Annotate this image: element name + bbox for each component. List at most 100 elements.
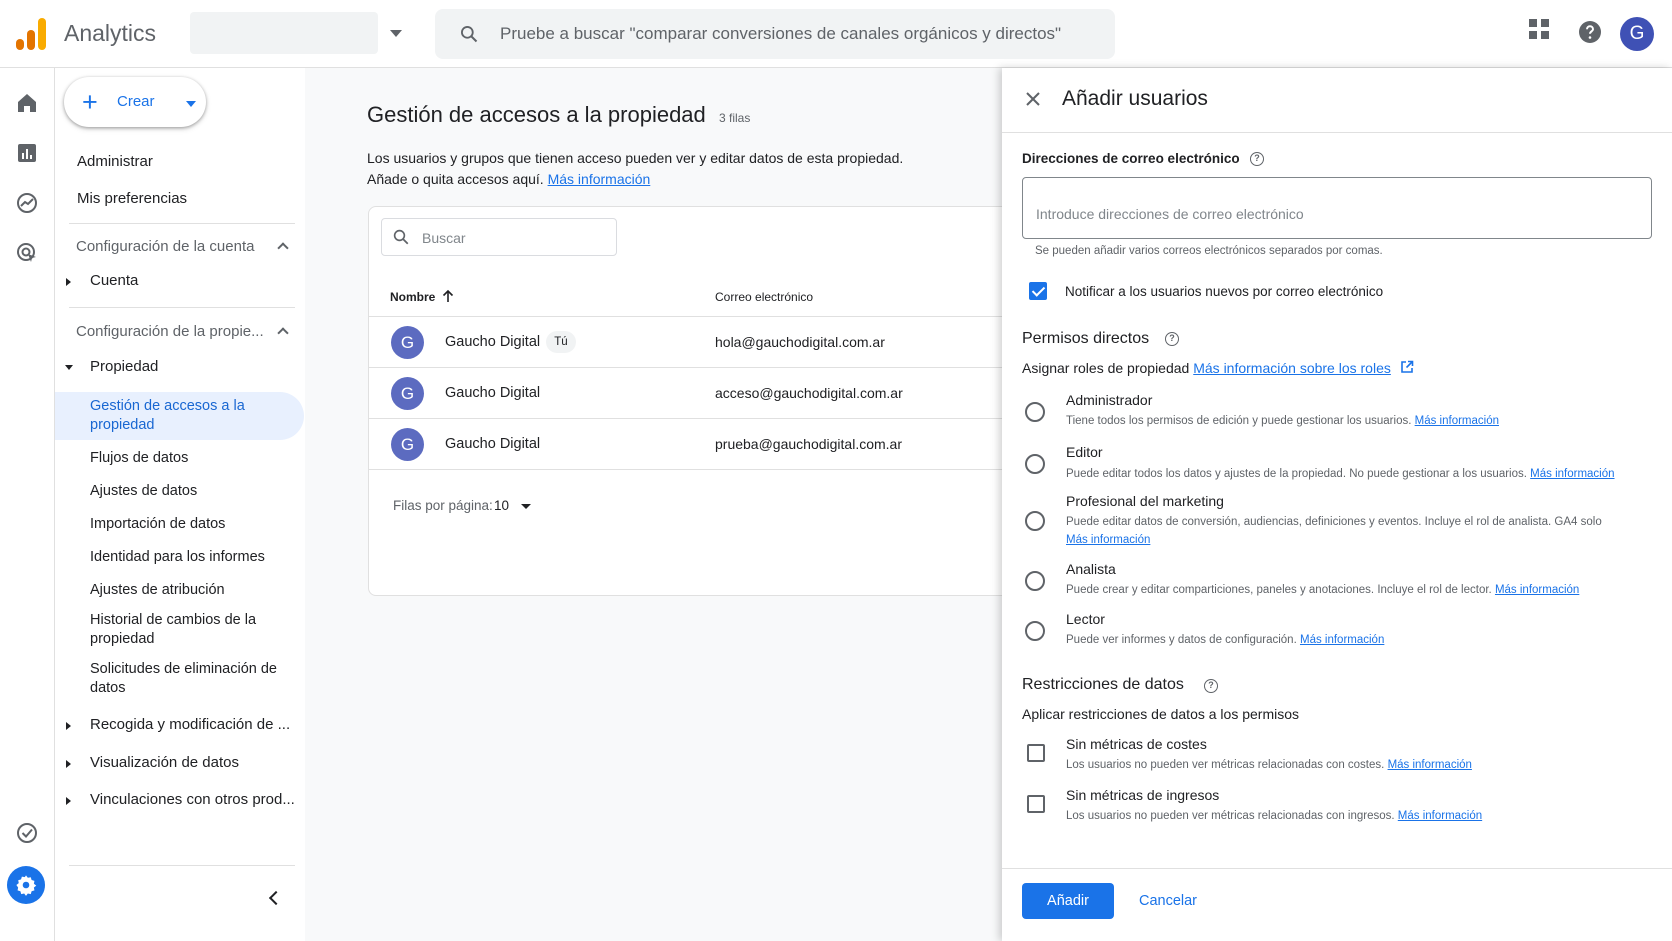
role-info-link-wrap: Más información <box>1066 534 1150 546</box>
role-info-link[interactable]: Más información <box>1300 634 1384 646</box>
nav-group-collection[interactable]: Recogida y modificación de ... <box>90 716 290 733</box>
nav-group-display[interactable]: Visualización de datos <box>90 754 239 771</box>
nav-group-links[interactable]: Vinculaciones con otros prod... <box>90 791 295 808</box>
explore-icon[interactable] <box>15 191 39 215</box>
nav-account-config[interactable]: Configuración de la cuenta <box>76 238 254 255</box>
expand-arrow-icon[interactable] <box>66 278 71 286</box>
user-avatar: G <box>391 326 424 359</box>
nav-item-attribution-settings[interactable]: Ajustes de atribución <box>90 581 225 600</box>
notify-label: Notificar a los usuarios nuevos por corr… <box>1065 284 1384 299</box>
advertising-icon[interactable] <box>15 241 39 265</box>
configure-icon[interactable] <box>15 821 39 845</box>
table-search-input[interactable]: Buscar <box>381 218 617 256</box>
restriction-info-link[interactable]: Más información <box>1398 810 1482 822</box>
role-info-link[interactable]: Más información <box>1066 534 1150 546</box>
nav-property[interactable]: Propiedad <box>90 358 158 375</box>
icon-rail <box>0 68 55 941</box>
divider <box>1002 132 1672 133</box>
account-avatar[interactable]: G <box>1620 17 1654 51</box>
restriction-checkbox-revenue[interactable] <box>1027 795 1045 813</box>
external-link-icon[interactable] <box>1400 360 1414 374</box>
create-button[interactable]: + Crear <box>64 77 206 127</box>
nav-item-reporting-identity[interactable]: Identidad para los informes <box>90 548 265 567</box>
role-radio-analyst[interactable] <box>1025 571 1045 591</box>
role-name: Analista <box>1066 561 1116 577</box>
main-content: Gestión de accesos a la propiedad 3 fila… <box>305 68 1069 941</box>
nav-item-data-import[interactable]: Importación de datos <box>90 515 225 534</box>
help-icon[interactable]: ? <box>1250 152 1264 166</box>
divider <box>1002 868 1672 869</box>
rows-per-page-select[interactable]: 10 <box>494 498 509 513</box>
role-description: Puede editar datos de conversión, audien… <box>1066 516 1602 528</box>
role-description: Tiene todos los permisos de edición y pu… <box>1066 415 1499 427</box>
expand-arrow-icon[interactable] <box>66 760 71 768</box>
role-radio-marketer[interactable] <box>1025 511 1045 531</box>
nav-account[interactable]: Cuenta <box>90 272 138 289</box>
help-icon[interactable]: ? <box>1204 679 1218 693</box>
nav-item-access-management[interactable]: Gestión de accesos a la propiedad <box>90 397 290 435</box>
role-radio-editor[interactable] <box>1025 454 1045 474</box>
top-bar: Analytics Pruebe a buscar "comparar conv… <box>0 0 1672 68</box>
data-restrictions-subtitle: Aplicar restricciones de datos a los per… <box>1022 706 1300 722</box>
role-info-link[interactable]: Más información <box>1495 584 1579 596</box>
admin-gear-button[interactable] <box>7 866 45 904</box>
chevron-down-icon[interactable] <box>390 30 402 37</box>
restriction-description: Los usuarios no pueden ver métricas rela… <box>1066 759 1472 771</box>
home-icon[interactable] <box>15 91 39 115</box>
search-icon <box>461 26 478 43</box>
restriction-name: Sin métricas de ingresos <box>1066 787 1220 803</box>
role-info-link[interactable]: Más información <box>1530 468 1614 480</box>
add-button[interactable]: Añadir <box>1022 883 1114 919</box>
table-row[interactable]: G Gaucho Digital prueba@gauchodigital.co… <box>369 418 1069 469</box>
nav-item-data-streams[interactable]: Flujos de datos <box>90 449 188 468</box>
nav-item-data-deletion[interactable]: Solicitudes de eliminación de datos <box>90 660 290 698</box>
restriction-info-link[interactable]: Más información <box>1388 759 1472 771</box>
role-description: Puede crear y editar comparticiones, pan… <box>1066 584 1579 596</box>
expand-arrow-icon[interactable] <box>66 722 71 730</box>
email-input[interactable] <box>1024 179 1650 237</box>
global-search-bar[interactable]: Pruebe a buscar "comparar conversiones d… <box>435 9 1115 59</box>
user-email: hola@gauchodigital.com.ar <box>715 334 885 350</box>
page-title: Gestión de accesos a la propiedad <box>367 102 706 127</box>
description-line-1: Los usuarios y grupos que tienen acceso … <box>367 150 904 166</box>
nav-preferences[interactable]: Mis preferencias <box>77 190 187 207</box>
chevron-up-icon[interactable] <box>277 242 289 254</box>
cancel-button[interactable]: Cancelar <box>1128 883 1208 919</box>
property-selector[interactable] <box>190 12 378 54</box>
help-icon[interactable]: ? <box>1165 332 1179 346</box>
nav-admin[interactable]: Administrar <box>77 153 153 170</box>
description-line-2: Añade o quita accesos aquí. Más informac… <box>367 169 903 190</box>
learn-more-link[interactable]: Más información <box>548 171 651 187</box>
role-radio-admin[interactable] <box>1025 402 1045 422</box>
role-radio-viewer[interactable] <box>1025 621 1045 641</box>
restriction-checkbox-costs[interactable] <box>1027 744 1045 762</box>
roles-info-link[interactable]: Más información sobre los roles <box>1193 360 1391 376</box>
email-field[interactable] <box>1022 177 1652 239</box>
chevron-down-icon <box>186 101 196 107</box>
nav-item-data-settings[interactable]: Ajustes de datos <box>90 482 197 501</box>
help-icon[interactable] <box>1578 20 1602 44</box>
sort-ascending-icon[interactable] <box>442 289 454 303</box>
role-info-link[interactable]: Más información <box>1415 415 1499 427</box>
role-description-text: Puede ver informes y datos de configurac… <box>1066 634 1297 646</box>
apps-grid-icon[interactable] <box>1528 18 1550 40</box>
expand-arrow-icon[interactable] <box>66 797 71 805</box>
logo-bar-mid <box>27 30 35 50</box>
notify-checkbox[interactable] <box>1029 282 1047 300</box>
analytics-logo[interactable] <box>16 18 46 50</box>
column-header-name[interactable]: Nombre <box>390 290 435 304</box>
close-icon[interactable] <box>1024 90 1042 108</box>
chevron-up-icon[interactable] <box>277 327 289 339</box>
chevron-down-icon[interactable] <box>521 504 531 509</box>
nav-property-config[interactable]: Configuración de la propie... <box>76 323 264 340</box>
nav-item-change-history[interactable]: Historial de cambios de la propiedad <box>90 611 280 649</box>
collapse-nav-icon[interactable] <box>268 890 284 906</box>
collapse-arrow-icon[interactable] <box>65 365 73 370</box>
reports-icon[interactable] <box>15 141 39 165</box>
user-email: prueba@gauchodigital.com.ar <box>715 436 902 452</box>
table-row[interactable]: G Gaucho Digital acceso@gauchodigital.co… <box>369 367 1069 418</box>
column-header-email[interactable]: Correo electrónico <box>715 290 813 304</box>
role-description: Puede editar todos los datos y ajustes d… <box>1066 468 1615 480</box>
table-row[interactable]: G Gaucho Digital Tú hola@gauchodigital.c… <box>369 316 1069 367</box>
app-title: Analytics <box>64 20 157 46</box>
